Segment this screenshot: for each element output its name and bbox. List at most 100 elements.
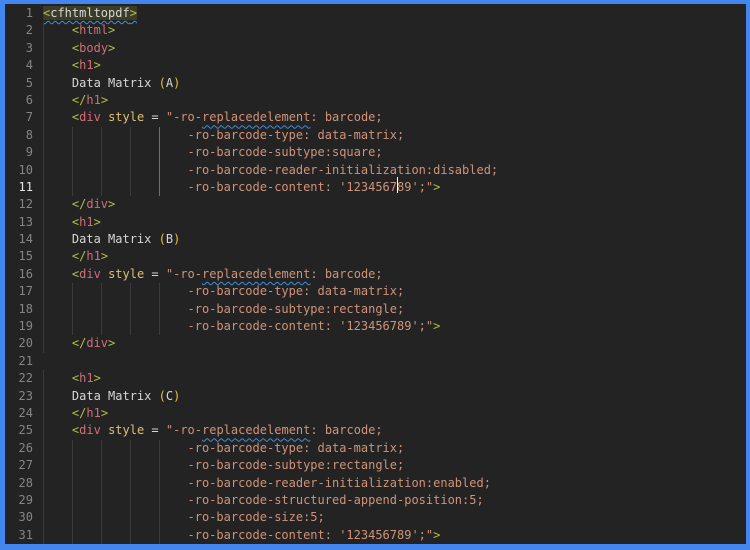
code-line[interactable]: 10 -ro-barcode-reader-initialization:dis… [5, 161, 746, 179]
code-token: -ro-barcode-subtype:rectangle; [43, 458, 405, 473]
code-line[interactable]: 19 -ro-barcode-content: '123456789';"> [5, 318, 746, 336]
indent-guide [100, 126, 102, 145]
indent-guide [43, 231, 44, 249]
code-token: > [100, 405, 109, 420]
indent-guide [43, 422, 44, 440]
indent-guide [158, 161, 160, 179]
code-token: -ro-barcode-content: '1234567 [43, 179, 398, 194]
line-number: 14 [18, 232, 33, 247]
line-number: 16 [18, 266, 33, 281]
code-line[interactable]: 13 <h1> [5, 213, 746, 232]
line-number: 4 [25, 58, 33, 73]
line-number: 6 [25, 92, 33, 107]
code-line[interactable]: 7 <div style = "-ro-replacedelement: bar… [5, 109, 746, 127]
code-line-content: <div style = "-ro-replacedelement: barco… [33, 422, 746, 440]
code-token: div [86, 197, 109, 212]
indent-guide [100, 178, 102, 197]
code-line-content: <div style = "-ro-replacedelement: barco… [33, 265, 746, 284]
code-line[interactable]: 24 </h1> [5, 404, 746, 423]
code-token: ) [173, 232, 181, 247]
indent-guide [43, 161, 44, 179]
code-line-content: <html> [33, 22, 746, 40]
code-line-content: </h1> [33, 248, 746, 266]
indent-guide [71, 126, 73, 145]
code-token: C [165, 388, 174, 403]
indent-guide [71, 474, 73, 492]
code-line[interactable]: 22 <h1> [5, 370, 746, 388]
code-token: -ro-barcode-type: data-matrix; [43, 284, 405, 299]
indent-guide [100, 474, 102, 492]
code-token: </ [71, 197, 87, 212]
code-line[interactable]: 12 </div> [5, 196, 746, 214]
indent-guide [129, 318, 131, 336]
code-line[interactable]: 3 <body> [5, 39, 746, 58]
code-line[interactable]: 26 -ro-barcode-type: data-matrix; [5, 439, 746, 458]
indent-guide [43, 144, 44, 162]
code-editor-viewport[interactable]: 1 <cfhtmltopdf> 2 <html> 3 <body> 4 <h1> 5 Da… [0, 0, 750, 550]
code-line[interactable]: 17 -ro-barcode-type: data-matrix; [5, 283, 746, 301]
indent-guide [43, 509, 44, 527]
code-line[interactable]: 9 -ro-barcode-subtype:square; [5, 144, 746, 162]
code-line[interactable]: 30 -ro-barcode-size:5; [5, 509, 746, 527]
indent-guide [43, 213, 44, 232]
indent-guide [43, 474, 44, 492]
code-line-content: Data Matrix (A) [33, 74, 746, 92]
code-token: html [79, 23, 109, 38]
code-line-content: -ro-barcode-type: data-matrix; [33, 283, 746, 301]
line-number: 15 [18, 249, 33, 264]
indent-guide [100, 439, 102, 458]
code-line[interactable]: 18 -ro-barcode-subtype:rectangle; [5, 300, 746, 319]
code-line-content: <h1> [33, 213, 746, 232]
indent-guide [158, 178, 160, 197]
line-number: 19 [18, 319, 33, 334]
code-line[interactable]: 31 -ro-barcode-content: '123456789';"> [5, 526, 746, 544]
indent-guide [129, 457, 131, 475]
line-number: 22 [18, 371, 33, 386]
code-line-content: <h1> [33, 370, 746, 388]
code-line-content: </div> [33, 196, 746, 214]
indent-guide [129, 491, 131, 510]
code-line[interactable]: 27 -ro-barcode-subtype:rectangle; [5, 457, 746, 475]
code-line[interactable]: 8 -ro-barcode-type: data-matrix; [5, 126, 746, 145]
indent-guide [158, 474, 160, 492]
code-token: replacedelement [202, 266, 311, 281]
code-line[interactable]: 4 <h1> [5, 57, 746, 75]
indent-guide [43, 491, 44, 510]
code-line[interactable]: 28 -ro-barcode-reader-initialization:ena… [5, 474, 746, 492]
indent-guide [129, 283, 131, 301]
code-line[interactable]: 16 <div style = "-ro-replacedelement: ba… [5, 265, 746, 284]
code-line[interactable]: 25 <div style = "-ro-replacedelement: ba… [5, 422, 746, 440]
indent-guide [158, 300, 160, 319]
line-number: 21 [18, 353, 33, 368]
indent-guide [129, 439, 131, 458]
code-line[interactable]: 5 Data Matrix (A) [5, 74, 746, 92]
code-line[interactable]: 29 -ro-barcode-structured-append-positio… [5, 491, 746, 510]
code-token: : barcode; [310, 423, 383, 438]
code-line[interactable]: 1 <cfhtmltopdf> [5, 5, 746, 22]
code-line[interactable]: 11 -ro-barcode-content: '123456789';"> [5, 177, 746, 197]
indent-guide [129, 178, 131, 197]
code-line[interactable]: 14 Data Matrix (B) [5, 231, 746, 249]
line-number: 24 [18, 405, 33, 420]
code-editor[interactable]: 1 <cfhtmltopdf> 2 <html> 3 <body> 4 <h1> 5 Da… [5, 4, 746, 544]
code-token: -ro-barcode-type: data-matrix; [43, 440, 405, 455]
code-token: > [433, 527, 441, 542]
indent-guide [43, 404, 44, 423]
code-line[interactable]: 23 Data Matrix (C) [5, 387, 746, 405]
code-token: B [165, 232, 174, 247]
line-number: 17 [18, 284, 33, 299]
line-number: 9 [25, 145, 33, 160]
code-line[interactable]: 20 </div> [5, 335, 746, 353]
code-token: h1 [79, 214, 94, 229]
code-line[interactable]: 6 </h1> [5, 91, 746, 110]
code-line[interactable]: 2 <html> [5, 22, 746, 40]
line-number: 1 [25, 6, 33, 20]
code-line[interactable]: 15 </h1> [5, 248, 746, 266]
code-line[interactable]: 21 [5, 353, 746, 370]
code-token: > [100, 92, 109, 107]
